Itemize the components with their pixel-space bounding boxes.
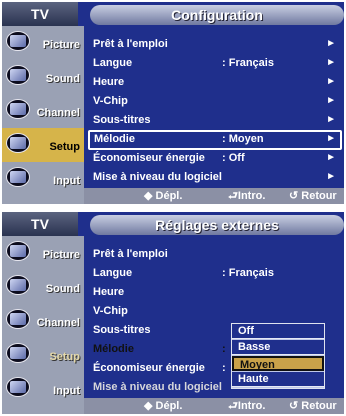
setup-icon xyxy=(6,133,30,153)
item-label: Mélodie xyxy=(94,133,135,145)
return-hint: ↺ Retour xyxy=(289,400,337,412)
option-high[interactable]: Haute xyxy=(232,372,324,387)
menu-item-language[interactable]: Langue : Français xyxy=(90,264,340,283)
sidebar-item-label: Input xyxy=(53,175,80,187)
enter-hint: ⮐Intro. xyxy=(228,400,266,412)
sidebar-item-setup[interactable]: Setup xyxy=(2,128,84,162)
arrow-right-icon: ► xyxy=(326,57,336,68)
option-low[interactable]: Basse xyxy=(232,340,324,355)
item-label: Prêt à l'emploi xyxy=(93,38,168,50)
sidebar-item-input[interactable]: Input xyxy=(2,372,84,406)
footer-hints: ◆ Dépl. ⮐Intro. ↺ Retour xyxy=(84,398,344,414)
arrow-right-icon: ► xyxy=(326,152,336,163)
item-label: V-Chip xyxy=(93,95,128,107)
sidebar-item-input[interactable]: Input xyxy=(2,162,84,196)
item-label: Mélodie xyxy=(93,343,134,355)
sidebar-item-channel[interactable]: Channel xyxy=(2,304,84,338)
item-value: : Moyen xyxy=(222,133,264,145)
footer-hints: ◆ Dépl. ⮐Intro. ↺ Retour xyxy=(84,188,344,204)
melody-dropdown[interactable]: Off Basse Moyen Haute xyxy=(231,323,325,389)
item-label: Heure xyxy=(93,76,125,88)
sidebar-item-picture[interactable]: Picture xyxy=(2,236,84,270)
sidebar-item-label: Channel xyxy=(36,317,80,329)
arrow-right-icon: ► xyxy=(326,114,336,125)
menu-item-software-upgrade[interactable]: Mise à niveau du logiciel ► xyxy=(90,168,340,187)
picture-icon xyxy=(6,241,30,261)
external-settings-panel: TV Réglages externes Picture Sound Chann… xyxy=(2,212,344,414)
arrow-right-icon: ► xyxy=(326,133,336,144)
menu-item-melody[interactable]: Mélodie : Moyen ► xyxy=(88,130,342,150)
return-hint: ↺ Retour xyxy=(289,190,337,202)
sidebar-item-label: Sound xyxy=(45,73,80,85)
input-icon xyxy=(6,377,30,397)
arrow-right-icon: ► xyxy=(326,95,336,106)
menu-item-language[interactable]: Langue : Français ► xyxy=(90,54,340,73)
menu-item-vchip[interactable]: V-Chip ► xyxy=(90,92,340,111)
item-label: Sous-titres xyxy=(93,324,151,336)
sidebar: Picture Sound Channel Setup Input xyxy=(2,26,84,204)
channel-icon xyxy=(6,309,30,329)
option-medium[interactable]: Moyen xyxy=(232,356,324,371)
menu-header: Réglages externes xyxy=(90,215,344,235)
arrow-right-icon: ► xyxy=(326,171,336,182)
option-off[interactable]: Off xyxy=(232,324,324,339)
sidebar-item-label: Channel xyxy=(36,107,80,119)
sidebar-item-label: Setup xyxy=(49,351,80,363)
sidebar: Picture Sound Channel Setup Input xyxy=(2,236,84,414)
header-connector xyxy=(82,212,90,236)
tv-title: TV xyxy=(2,2,78,26)
menu-item-energy-saver[interactable]: Économiseur énergie : Off ► xyxy=(90,149,340,168)
sound-icon xyxy=(6,65,30,85)
item-label: Économiseur énergie xyxy=(93,362,205,374)
item-value: : xyxy=(222,343,226,355)
sidebar-item-label: Sound xyxy=(45,283,80,295)
item-label: Sous-titres xyxy=(93,114,151,126)
item-value: : Français xyxy=(222,57,274,69)
tv-title: TV xyxy=(2,212,78,236)
item-value: : Français xyxy=(222,267,274,279)
sidebar-item-sound[interactable]: Sound xyxy=(2,60,84,94)
item-label: Mise à niveau du logiciel xyxy=(93,381,222,393)
arrow-right-icon: ► xyxy=(326,38,336,49)
menu-item-ready[interactable]: Prêt à l'emploi ► xyxy=(90,35,340,54)
item-label: Prêt à l'emploi xyxy=(93,248,168,260)
item-value: : xyxy=(222,362,226,374)
item-label: Langue xyxy=(93,57,133,69)
item-label: Langue xyxy=(93,267,133,279)
sidebar-item-label: Picture xyxy=(42,39,80,51)
sidebar-item-label: Setup xyxy=(49,141,80,153)
menu-header: Configuration xyxy=(90,5,344,25)
sidebar-item-picture[interactable]: Picture xyxy=(2,26,84,60)
item-label: Heure xyxy=(93,286,125,298)
sidebar-item-label: Input xyxy=(53,385,80,397)
arrow-right-icon: ► xyxy=(326,76,336,87)
sidebar-item-sound[interactable]: Sound xyxy=(2,270,84,304)
setup-menu-panel: TV Configuration Picture Sound Channel S… xyxy=(2,2,344,204)
sidebar-item-label: Picture xyxy=(42,249,80,261)
channel-icon xyxy=(6,99,30,119)
picture-icon xyxy=(6,31,30,51)
move-hint: ◆ Dépl. xyxy=(144,190,183,202)
item-value: : Off xyxy=(222,152,245,164)
menu-item-vchip[interactable]: V-Chip xyxy=(90,302,340,321)
sidebar-item-setup[interactable]: Setup xyxy=(2,338,84,372)
header-connector xyxy=(82,2,90,26)
menu-item-subtitles[interactable]: Sous-titres ► xyxy=(90,111,340,130)
menu-item-ready[interactable]: Prêt à l'emploi xyxy=(90,245,340,264)
move-hint: ◆ Dépl. xyxy=(144,400,183,412)
setup-icon xyxy=(6,343,30,363)
enter-hint: ⮐Intro. xyxy=(228,190,266,202)
input-icon xyxy=(6,167,30,187)
sound-icon xyxy=(6,275,30,295)
item-label: Mise à niveau du logiciel xyxy=(93,171,222,183)
menu-item-time[interactable]: Heure xyxy=(90,283,340,302)
sidebar-item-channel[interactable]: Channel xyxy=(2,94,84,128)
menu-item-time[interactable]: Heure ► xyxy=(90,73,340,92)
item-label: V-Chip xyxy=(93,305,128,317)
item-label: Économiseur énergie xyxy=(93,152,205,164)
